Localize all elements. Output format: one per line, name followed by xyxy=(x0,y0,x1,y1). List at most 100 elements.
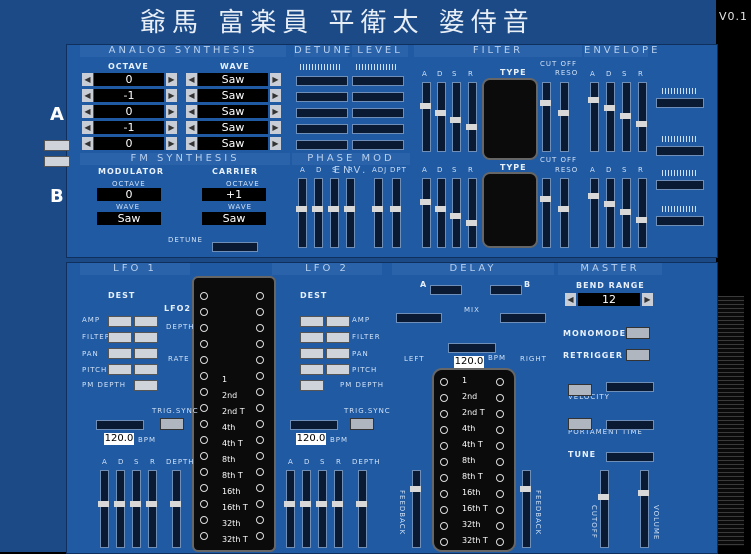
filter-type-selector-b[interactable] xyxy=(482,172,538,248)
filter-env-s-b[interactable] xyxy=(450,178,461,248)
octave-4-right-arrow[interactable]: ▶ xyxy=(166,137,177,150)
delay-note-5[interactable]: 8th xyxy=(462,456,475,465)
lfo1-rate-radio-14[interactable] xyxy=(200,516,208,524)
octave-3-left-arrow[interactable]: ◀ xyxy=(82,121,93,134)
fm-detune-slider[interactable] xyxy=(212,242,258,252)
lfo2-env-4-knob[interactable] xyxy=(356,501,367,508)
amp-env-s-a-knob[interactable] xyxy=(620,112,631,119)
lfo1-rate-radio-6[interactable] xyxy=(200,388,208,396)
amp-env-d-b[interactable] xyxy=(604,178,615,248)
pm-env-1[interactable] xyxy=(312,178,323,248)
delay-feedback-right-knob[interactable] xyxy=(520,486,531,493)
lfo1-dest-a-0[interactable] xyxy=(108,316,132,327)
lfo1-dest-a-2[interactable] xyxy=(108,348,132,359)
delay-left-radio-4[interactable] xyxy=(440,442,448,450)
delay-left-radio-1[interactable] xyxy=(440,394,448,402)
wave-2-left-arrow[interactable]: ◀ xyxy=(186,105,197,118)
lfo2-rate-radio-11[interactable] xyxy=(256,468,264,476)
lfo2-rate-slider[interactable] xyxy=(290,420,338,430)
filter-env-d-a-knob[interactable] xyxy=(435,110,446,117)
octave-3-value[interactable]: -1 xyxy=(94,121,164,134)
lfo1-dest-b-2[interactable] xyxy=(134,348,158,359)
lfo2-dest-b-2[interactable] xyxy=(300,348,324,359)
cutoff-b-knob[interactable] xyxy=(540,196,551,202)
octave-3-right-arrow[interactable]: ▶ xyxy=(166,121,177,134)
lfo2-rate-radio-10[interactable] xyxy=(256,452,264,460)
delay-right-radio-7[interactable] xyxy=(496,490,504,498)
detune-0-slider[interactable] xyxy=(296,76,348,86)
octave-4-value[interactable]: 0 xyxy=(94,137,164,150)
lfo1-rate-radio-11[interactable] xyxy=(200,468,208,476)
delay-right-radio-1[interactable] xyxy=(496,394,504,402)
delay-note-7[interactable]: 16th xyxy=(462,488,480,497)
pm-env-3[interactable] xyxy=(344,178,355,248)
reso-a[interactable] xyxy=(558,82,569,152)
lfo2-dest-a-0[interactable] xyxy=(326,316,350,327)
delay-mix-right[interactable] xyxy=(500,313,546,323)
osc-a-pan-slider[interactable] xyxy=(656,146,704,156)
lfo-note-0[interactable]: 1 xyxy=(222,375,227,384)
wave-2-value[interactable]: Saw xyxy=(198,105,268,118)
wave-4-right-arrow[interactable]: ▶ xyxy=(270,137,281,150)
monomode-toggle[interactable] xyxy=(626,327,650,339)
lfo2-dest-b-1[interactable] xyxy=(300,332,324,343)
lfo2-rate-radio-3[interactable] xyxy=(256,340,264,348)
filter-env-a-a[interactable] xyxy=(420,82,431,152)
lfo2-env-0-knob[interactable] xyxy=(284,501,295,508)
lfo2-trig-sync[interactable] xyxy=(350,418,374,430)
detune-4-slider[interactable] xyxy=(296,140,348,150)
amp-env-a-a[interactable] xyxy=(588,82,599,152)
mod-wave-value[interactable]: Saw xyxy=(97,212,161,225)
lfo1-env-0-knob[interactable] xyxy=(98,501,109,508)
detune-3-slider[interactable] xyxy=(296,124,348,134)
octave-4-left-arrow[interactable]: ◀ xyxy=(82,137,93,150)
delay-right-radio-3[interactable] xyxy=(496,426,504,434)
delay-time-slider[interactable] xyxy=(448,343,496,353)
lfo2-env-2-knob[interactable] xyxy=(316,501,327,508)
filter-env-r-b[interactable] xyxy=(466,178,477,248)
ab-switch-2[interactable] xyxy=(44,156,70,167)
lfo1-rate-radio-9[interactable] xyxy=(200,436,208,444)
lfo2-rate-radio-13[interactable] xyxy=(256,500,264,508)
lfo2-dest-a-2[interactable] xyxy=(326,348,350,359)
detune-2-slider[interactable] xyxy=(296,108,348,118)
master-cutoff[interactable] xyxy=(598,470,609,548)
delay-note-9[interactable]: 32th xyxy=(462,520,480,529)
portament-toggle[interactable] xyxy=(568,418,592,430)
octave-0-value[interactable]: 0 xyxy=(94,73,164,86)
filter-env-d-b-knob[interactable] xyxy=(435,206,446,213)
lfo2-env-1[interactable] xyxy=(300,470,311,548)
retrigger-toggle[interactable] xyxy=(626,349,650,361)
octave-2-right-arrow[interactable]: ▶ xyxy=(166,105,177,118)
reso-a-knob[interactable] xyxy=(558,110,569,117)
lfo1-rate-radio-0[interactable] xyxy=(200,292,208,300)
filter-type-selector-a[interactable] xyxy=(482,78,538,160)
wave-3-left-arrow[interactable]: ◀ xyxy=(186,121,197,134)
lfo2-rate-radio-5[interactable] xyxy=(256,372,264,380)
master-cutoff-knob[interactable] xyxy=(598,493,609,500)
lfo1-rate-radio-3[interactable] xyxy=(200,340,208,348)
lfo1-rate-radio-5[interactable] xyxy=(200,372,208,380)
master-volume-knob[interactable] xyxy=(638,490,649,496)
lfo2-env-3[interactable] xyxy=(332,470,343,548)
octave-2-left-arrow[interactable]: ◀ xyxy=(82,105,93,118)
amp-env-d-b-knob[interactable] xyxy=(604,200,615,207)
delay-b-slider[interactable] xyxy=(490,285,522,295)
filter-env-r-b-knob[interactable] xyxy=(466,219,477,226)
delay-right-radio-9[interactable] xyxy=(496,522,504,530)
lfo-note-3[interactable]: 4th xyxy=(222,423,235,432)
lfo-note-4[interactable]: 4th T xyxy=(222,439,243,448)
detune-1-slider[interactable] xyxy=(296,92,348,102)
octave-2-value[interactable]: 0 xyxy=(94,105,164,118)
lfo2-dest-a-1[interactable] xyxy=(326,332,350,343)
lfo1-dest-a-3[interactable] xyxy=(108,364,132,375)
filter-env-s-a-knob[interactable] xyxy=(450,117,461,123)
lfo1-rate-radio-1[interactable] xyxy=(200,308,208,316)
delay-feedback-right[interactable] xyxy=(520,470,531,548)
pm-env-1-knob[interactable] xyxy=(312,206,323,213)
filter-env-a-b-knob[interactable] xyxy=(420,199,431,206)
reso-b[interactable] xyxy=(558,178,569,248)
osc-b-pan-slider[interactable] xyxy=(656,216,704,226)
filter-env-s-b-knob[interactable] xyxy=(450,213,461,219)
delay-left-radio-5[interactable] xyxy=(440,458,448,466)
